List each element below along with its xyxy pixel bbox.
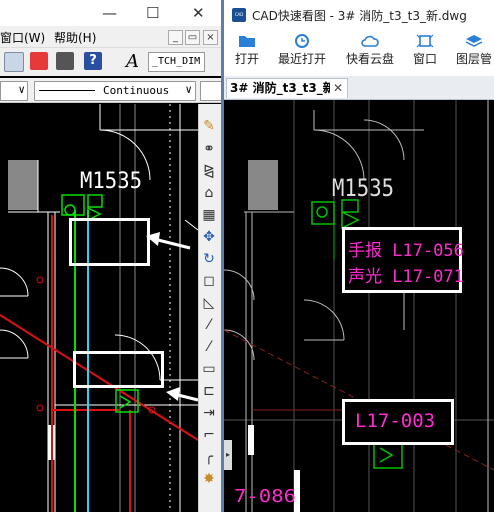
column-block xyxy=(8,160,38,210)
array-icon[interactable]: ▦ xyxy=(200,206,218,224)
right-callout-box-2: L17-003 xyxy=(342,399,454,445)
left-title-bar: — ☐ ✕ xyxy=(0,0,222,26)
device-label-3: L17-003 xyxy=(355,410,436,432)
stretch-icon[interactable]: ◺ xyxy=(200,294,218,312)
copy-icon[interactable]: ⚭ xyxy=(200,140,218,158)
trim-icon[interactable]: ⁄ xyxy=(200,316,218,334)
close-tab-icon[interactable]: ✕ xyxy=(333,79,343,98)
erase-icon[interactable]: ✎ xyxy=(200,117,218,135)
clock-icon xyxy=(295,34,309,48)
door-tag-label: M1535 xyxy=(332,174,394,202)
recent-button[interactable]: 最近打开 xyxy=(276,34,328,67)
extend-icon[interactable]: ⁄ xyxy=(200,338,218,356)
cloud-icon xyxy=(361,35,379,47)
fillet-icon[interactable]: ╭ xyxy=(200,448,218,466)
scale-icon[interactable]: ◻ xyxy=(200,272,218,290)
left-callout-box-1 xyxy=(69,218,150,266)
chevron-down-icon: ∨ xyxy=(18,83,25,96)
linetype-label: Continuous xyxy=(103,84,170,97)
alarm-device-symbol xyxy=(311,199,360,230)
window-title: CAD快速看图 - 3# 消防_t3_t3_新.dwg xyxy=(252,9,467,23)
mdi-minimize-button[interactable]: _ xyxy=(168,30,183,45)
tool-icon-1[interactable] xyxy=(4,52,24,72)
window-icon xyxy=(416,34,434,48)
layer-manager-button[interactable]: 图层管 xyxy=(454,34,494,67)
open-label: 打开 xyxy=(234,52,259,66)
text-style-select[interactable]: _TCH_DIM xyxy=(148,52,205,72)
magenta-label-partial: 7-086 xyxy=(234,486,296,507)
chevron-down-icon: ∨ xyxy=(185,83,192,96)
document-tab-label: 3# 消防_t3_t3_新 xyxy=(230,81,330,95)
window-label: 窗口 xyxy=(412,52,437,66)
door-tag-label: M1535 xyxy=(80,169,142,194)
window-button[interactable]: 窗口 xyxy=(410,34,440,67)
mdi-close-button[interactable]: × xyxy=(203,30,218,45)
mdi-restore-button[interactable]: ▭ xyxy=(185,30,200,45)
tool-icon-2[interactable] xyxy=(30,52,48,70)
offset-icon[interactable]: ⌂ xyxy=(200,184,218,202)
right-callout-box-1: 手报 L17-056 声光 L17-071 xyxy=(342,227,464,293)
document-tab[interactable]: 3# 消防_t3_t3_新 ✕ xyxy=(226,78,348,98)
device-label-2: 声光 L17-071 xyxy=(348,267,464,287)
break-icon[interactable]: ▭ xyxy=(200,360,218,378)
color-select[interactable]: ∨ xyxy=(0,81,28,101)
layer-manager-label: 图层管 xyxy=(455,52,492,66)
help-icon[interactable]: ? xyxy=(84,52,102,70)
linetype-sample xyxy=(39,90,95,91)
mirror-icon[interactable]: ⧎ xyxy=(200,162,218,180)
move-icon[interactable]: ✥ xyxy=(200,228,218,246)
right-viewer-window: M1535 7-086 手报 L17-056 声光 L17-071 L17-00… xyxy=(224,0,494,512)
cloud-drive-label: 快看云盘 xyxy=(345,52,394,66)
folder-icon xyxy=(239,36,255,47)
close-button[interactable]: ✕ xyxy=(192,4,205,22)
break-at-point-icon[interactable]: ⊏ xyxy=(200,382,218,400)
module-device-symbol xyxy=(373,441,403,469)
rotate-icon[interactable]: ↻ xyxy=(200,250,218,268)
app-logo-icon: CAD xyxy=(232,8,246,22)
lineweight-select[interactable] xyxy=(200,81,222,101)
right-title-bar: CAD CAD快速看图 - 3# 消防_t3_t3_新.dwg xyxy=(224,0,494,30)
chamfer-icon[interactable]: ⌐ xyxy=(200,426,218,444)
column-block xyxy=(248,160,278,210)
text-style-icon[interactable]: A xyxy=(126,51,139,72)
menu-window[interactable]: 窗口(W) xyxy=(0,29,45,46)
minimize-button[interactable]: — xyxy=(102,4,117,22)
side-panel-collapse-handle[interactable]: ▸ xyxy=(224,440,232,470)
device-label-1: 手报 L17-056 xyxy=(348,241,464,261)
cloud-drive-button[interactable]: 快看云盘 xyxy=(344,34,396,67)
recent-label: 最近打开 xyxy=(277,52,326,66)
maximize-button[interactable]: ☐ xyxy=(146,4,159,22)
menu-help[interactable]: 帮助(H) xyxy=(54,29,96,46)
join-icon[interactable]: ⇥ xyxy=(200,404,218,422)
linetype-select[interactable]: Continuous ∨ xyxy=(34,81,196,101)
open-button[interactable]: 打开 xyxy=(232,34,262,67)
calculator-icon[interactable] xyxy=(56,52,74,70)
left-callout-box-2 xyxy=(73,351,164,388)
alarm-device-symbol xyxy=(61,194,103,222)
explode-icon[interactable]: ✸ xyxy=(200,470,218,488)
layers-icon xyxy=(465,35,483,47)
left-cad-window: M1535 — ☐ ✕ 窗口(W) 帮助(H) _ ▭ × ? A _TCH_D… xyxy=(0,0,222,512)
